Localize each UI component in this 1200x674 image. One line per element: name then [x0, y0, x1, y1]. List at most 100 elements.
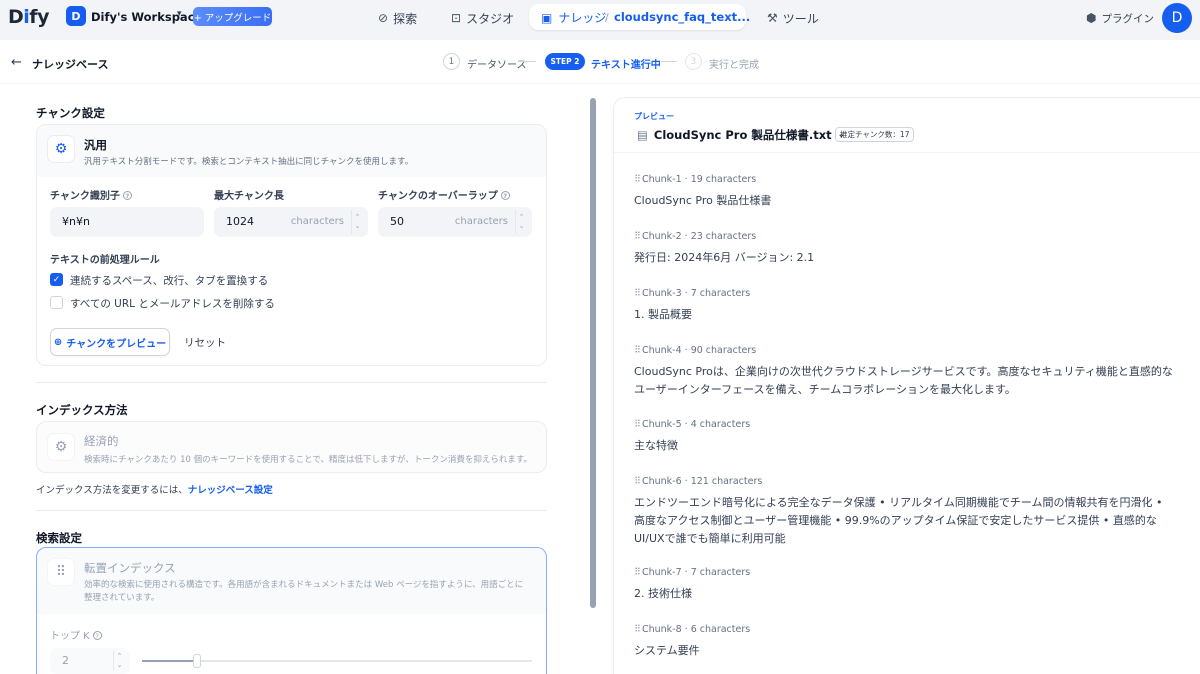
chunk-char-count: 7 characters	[690, 288, 751, 299]
chunk-settings-title: チャンク設定	[36, 106, 105, 120]
nav-plugins-label: プラグイン	[1101, 12, 1154, 25]
topk-slider-handle[interactable]	[192, 654, 201, 668]
chevron-down-icon[interactable]: ⌄	[726, 10, 734, 20]
chunk-char-count: 4 characters	[690, 419, 751, 430]
rule1-checkbox[interactable]: ✓	[50, 273, 63, 286]
compass-icon: ⊘	[378, 11, 389, 25]
economical-title: 経済的	[84, 434, 119, 448]
chunk-meta: ⠿ Chunk-7 · 7 characters	[634, 567, 750, 578]
nav-explore[interactable]: ⊘ 探索	[378, 8, 417, 28]
topk-input[interactable]: 2 ⌃ ⌄	[50, 648, 130, 674]
overlap-input[interactable]: 50 characters ⌃ ⌄	[378, 207, 532, 237]
estimated-chunks-badge: 推定チャンク数：17	[835, 127, 915, 142]
grid-icon: ⠿	[634, 231, 641, 242]
preview-chunks-button[interactable]: ⊕ チャンクをプレビュー	[50, 328, 170, 356]
step-1-number: 1	[443, 53, 460, 70]
step-2-badge: STEP 2	[545, 53, 585, 70]
chunk-separator: ·	[681, 624, 691, 635]
chunk-separator: ·	[681, 567, 691, 578]
chunk-text: システム要件	[634, 644, 700, 657]
index-note-text: インデックス方法を変更するには、	[36, 485, 188, 496]
index-method-title: インデックス方法	[36, 403, 128, 417]
stepper-icon[interactable]: ⌃ ⌄	[515, 210, 527, 234]
delimiter-label-text: チャンク識別子	[50, 191, 120, 202]
workspace-name[interactable]: Dify's Workspace	[91, 10, 202, 24]
chunk-id: Chunk-5	[641, 419, 682, 430]
preprocess-rules-title: テキストの前処理ルール	[50, 255, 160, 266]
book-icon: ▣	[541, 10, 553, 25]
nav-knowledge[interactable]: ▣ ナレッジ / cloudsync_faq_text... ⌄	[529, 4, 750, 30]
upgrade-button[interactable]: + アップグレード	[193, 7, 272, 26]
chunk-meta: ⠿ Chunk-4 · 90 characters	[634, 345, 756, 356]
nav-separator: /	[605, 11, 609, 24]
overlap-label: チャンクのオーバーラップ?	[378, 187, 510, 202]
chevron-down-icon[interactable]: ▾	[177, 9, 182, 19]
inverted-index-title: 転置インデックス	[84, 561, 176, 575]
preview-file-name: CloudSync Pro 製品仕様書.txt	[653, 128, 832, 142]
delimiter-input[interactable]: ¥n¥n	[50, 207, 204, 237]
cube-icon: ⬢	[1086, 11, 1097, 25]
knowledge-base-title[interactable]: ナレッジベース	[32, 56, 108, 72]
topk-label: トップ K?	[50, 627, 102, 642]
rule2-label[interactable]: すべての URL とメールアドレスを削除する	[70, 296, 275, 311]
card-header	[37, 125, 546, 177]
help-icon[interactable]: ?	[500, 191, 510, 200]
delimiter-value: ¥n¥n	[62, 215, 90, 228]
chunk-char-count: 19 characters	[690, 174, 757, 185]
step-3-number: 3	[685, 53, 702, 70]
max-length-label: 最大チャンク長	[214, 191, 284, 202]
retrieval-settings-title: 検索設定	[36, 531, 82, 545]
chunk-separator: ·	[681, 288, 691, 299]
back-arrow-icon[interactable]: ←	[11, 55, 22, 70]
chunk-id: Chunk-6	[641, 476, 682, 487]
rule1-label[interactable]: 連続するスペース、改行、タブを置換する	[70, 273, 268, 288]
user-avatar[interactable]: D	[1162, 3, 1192, 33]
max-length-input[interactable]: 1024 characters ⌃ ⌄	[214, 207, 368, 237]
preview-label: プレビュー	[634, 112, 674, 121]
chunk-char-count: 23 characters	[690, 231, 757, 242]
topk-value: 2	[62, 654, 69, 667]
overlap-unit: characters	[454, 216, 508, 227]
chunk-text: 1. 製品概要	[634, 308, 692, 321]
economical-desc: 検索時にチャンクあたり 10 個のキーワードを使用することで、精度は低下しますが…	[84, 455, 533, 465]
robot-icon: ⊡	[451, 11, 462, 25]
nav-knowledge-tab[interactable]: ▣ ナレッジ	[541, 9, 606, 26]
chunk-id: Chunk-8	[641, 624, 682, 635]
help-icon[interactable]: ?	[92, 631, 102, 640]
chunk-separator: ·	[681, 231, 691, 242]
nav-plugins[interactable]: ⬢ プラグイン	[1086, 8, 1154, 28]
gear-icon: ⚙	[47, 135, 75, 163]
knowledge-settings-link[interactable]: ナレッジベース設定	[188, 485, 273, 496]
rule2-checkbox[interactable]	[50, 296, 63, 309]
chunk-char-count: 6 characters	[690, 624, 751, 635]
dify-logo[interactable]: Dify	[8, 6, 49, 28]
settings-scrollbar[interactable]	[590, 98, 596, 608]
preview-file-selector[interactable]: ▤ CloudSync Pro 製品仕様書.txt ⌄	[637, 127, 845, 143]
step-connector	[661, 61, 677, 62]
grid-icon: ⠿	[634, 345, 641, 356]
chunk-char-count: 7 characters	[690, 567, 751, 578]
stepper-icon[interactable]: ⌃ ⌄	[113, 651, 125, 671]
chunk-separator: ·	[681, 476, 691, 487]
reset-button[interactable]: リセット	[180, 328, 230, 356]
grid-icon: ⠿	[634, 174, 641, 185]
max-length-value: 1024	[226, 215, 254, 228]
nav-tools[interactable]: ⚒ ツール	[767, 8, 819, 28]
chunk-id: Chunk-4	[641, 345, 682, 356]
chunk-text: 発行日: 2024年6月 バージョン: 2.1	[634, 251, 815, 264]
chunk-meta: ⠿ Chunk-8 · 6 characters	[634, 624, 750, 635]
step-1-label: データソース	[467, 60, 527, 71]
help-icon[interactable]: ?	[122, 191, 132, 200]
grid-icon: ⠿	[634, 288, 641, 299]
stepper-icon[interactable]: ⌃ ⌄	[351, 210, 363, 234]
workspace-avatar[interactable]: D	[66, 6, 86, 26]
nav-studio[interactable]: ⊡ スタジオ	[451, 8, 514, 28]
nav-studio-label: スタジオ	[466, 11, 515, 26]
overlap-value: 50	[390, 215, 404, 228]
chunk-separator: ·	[681, 345, 691, 356]
general-mode-desc: 汎用テキスト分割モードです。検索とコンテキスト抽出に同じチャンクを使用します。	[84, 157, 414, 167]
nav-tools-label: ツール	[782, 11, 819, 26]
chunk-char-count: 90 characters	[690, 345, 757, 356]
topk-slider-track[interactable]	[142, 654, 532, 668]
chunk-meta: ⠿ Chunk-1 · 19 characters	[634, 174, 756, 185]
